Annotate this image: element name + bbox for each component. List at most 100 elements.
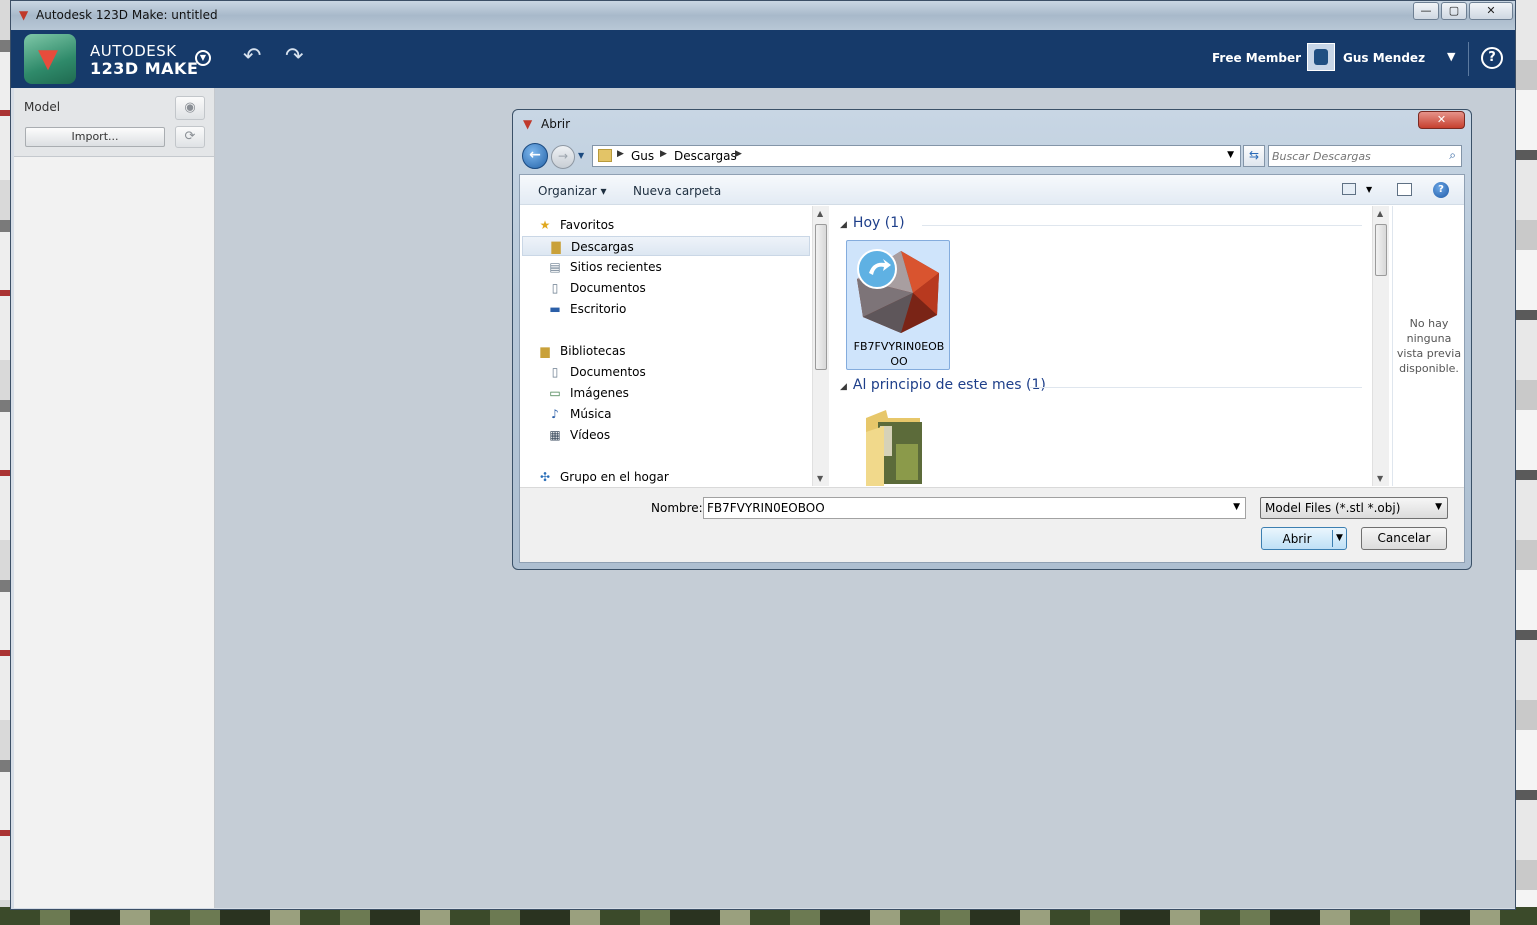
file-name-label: FB7FVYRIN0EOBOO	[853, 340, 945, 368]
file-item-fb7fvyrin0eoboo[interactable]: FB7FVYRIN0EOBOO	[846, 240, 950, 370]
file-list-scrollbar[interactable]: ▲ ▼	[1372, 206, 1389, 486]
history-dropdown-icon[interactable]: ▼	[578, 151, 584, 160]
3d-model-file-icon	[857, 249, 939, 333]
desktop-icon: ▬	[549, 302, 561, 316]
view-options-icon[interactable]	[1342, 183, 1356, 195]
homegroup-icon: ✣	[539, 470, 551, 484]
scroll-up-icon[interactable]: ▲	[1377, 209, 1383, 218]
filename-field[interactable]: ▼	[703, 497, 1246, 519]
open-options-dropdown-icon[interactable]: ▼	[1336, 533, 1343, 543]
nav-label: Música	[570, 407, 612, 421]
breadcrumb-chevron-icon[interactable]: ▶	[735, 149, 742, 159]
pictures-icon: ▭	[549, 386, 561, 400]
help-icon[interactable]: ?	[1481, 47, 1503, 69]
filename-label: Nombre:	[651, 501, 703, 515]
dialog-title: Abrir	[541, 117, 571, 131]
breadcrumb-gus[interactable]: Gus	[631, 149, 654, 163]
filename-dropdown-icon[interactable]: ▼	[1233, 502, 1240, 512]
address-dropdown-icon[interactable]: ▼	[1227, 150, 1234, 160]
open-button[interactable]: Abrir ▼	[1261, 527, 1347, 550]
view-dropdown-icon[interactable]: ▼	[1366, 185, 1372, 194]
folder-icon	[598, 149, 612, 162]
breadcrumb-descargas[interactable]: Descargas	[674, 149, 737, 163]
nav-item-descargas[interactable]: ▇ Descargas	[522, 236, 810, 256]
minimize-button[interactable]: —	[1413, 2, 1439, 20]
star-icon: ★	[539, 218, 551, 232]
cancel-button[interactable]: Cancelar	[1361, 527, 1447, 550]
window-title: Autodesk 123D Make: untitled	[36, 8, 218, 22]
breadcrumb-chevron-icon[interactable]: ▶	[617, 149, 624, 159]
app-logo[interactable]: ▼	[24, 34, 76, 84]
breadcrumb-chevron-icon[interactable]: ▶	[660, 149, 667, 159]
command-bar: Organizar ▾ Nueva carpeta ▼ ?	[520, 175, 1464, 205]
refresh-icon[interactable]: ⟳	[175, 126, 205, 148]
nav-item-escritorio[interactable]: ▬ Escritorio	[522, 299, 810, 319]
user-menu-chevron-icon[interactable]: ▼	[1447, 50, 1455, 63]
group-label: Hoy (1)	[852, 215, 905, 231]
scroll-down-icon[interactable]: ▼	[817, 474, 823, 483]
nav-label: Favoritos	[560, 218, 615, 232]
group-label: Al principio de este mes (1)	[852, 377, 1046, 393]
group-divider	[922, 225, 1362, 226]
user-avatar[interactable]	[1307, 43, 1335, 71]
nav-favorites[interactable]: ★ Favoritos	[522, 215, 810, 235]
libraries-icon: ▆	[540, 344, 550, 358]
model-label: Model	[24, 100, 61, 114]
nav-item-musica[interactable]: ♪ Música	[522, 404, 810, 424]
maximize-button[interactable]: ▢	[1441, 2, 1467, 20]
nav-label: Sitios recientes	[570, 260, 662, 274]
scroll-up-icon[interactable]: ▲	[817, 209, 823, 218]
undo-icon[interactable]: ↶	[243, 46, 261, 68]
dialog-close-button[interactable]: ✕	[1418, 111, 1465, 129]
redo-icon[interactable]: ↷	[285, 46, 303, 68]
navigation-scrollbar[interactable]: ▲ ▼	[812, 206, 829, 486]
search-box[interactable]: ⌕	[1268, 145, 1462, 167]
search-icon[interactable]: ⌕	[1449, 148, 1456, 163]
group-header-today[interactable]: ◢ Hoy (1)	[840, 215, 905, 231]
organize-menu[interactable]: Organizar ▾	[538, 184, 607, 198]
group-header-this-month[interactable]: ◢ Al principio de este mes (1)	[840, 377, 1046, 393]
search-input[interactable]	[1272, 148, 1442, 164]
scroll-thumb[interactable]	[815, 224, 827, 370]
nav-bibliotecas[interactable]: ▆ Bibliotecas	[522, 341, 810, 361]
nav-item-imagenes[interactable]: ▭ Imágenes	[522, 383, 810, 403]
nav-item-videos[interactable]: ▦ Vídeos	[522, 425, 810, 445]
dialog-app-icon: ▼	[523, 117, 533, 131]
nav-homegroup[interactable]: ✣ Grupo en el hogar	[522, 467, 810, 486]
back-arrow-icon[interactable]: ←	[522, 143, 548, 169]
membership-label[interactable]: Free Member	[1212, 51, 1301, 65]
desktop-right-edge	[1516, 0, 1537, 925]
nav-label: Vídeos	[570, 428, 611, 442]
preview-pane-icon[interactable]	[1397, 183, 1412, 196]
document-icon: ▯	[551, 281, 559, 295]
nav-item-lib-documentos[interactable]: ▯ Documentos	[522, 362, 810, 382]
address-bar[interactable]: ▶ Gus ▶ Descargas ▶ ▼	[592, 145, 1241, 167]
forward-arrow-icon[interactable]: →	[551, 145, 575, 169]
folder-icon[interactable]	[858, 404, 928, 486]
close-window-button[interactable]: ✕	[1469, 2, 1513, 20]
help-icon[interactable]: ?	[1433, 182, 1449, 198]
collapse-triangle-icon[interactable]: ◢	[840, 382, 847, 392]
nav-label: Documentos	[570, 365, 646, 379]
filetype-dropdown-icon[interactable]: ▼	[1435, 502, 1442, 512]
app-menu-chevron-icon[interactable]: ▼	[195, 50, 211, 66]
preview-message: No hay ninguna vista previa disponible.	[1396, 317, 1462, 375]
split-divider	[1332, 530, 1333, 547]
new-folder-button[interactable]: Nueva carpeta	[633, 184, 721, 198]
filename-input[interactable]	[707, 500, 1207, 516]
group-divider	[1030, 387, 1362, 388]
refresh-icon[interactable]: ⇆	[1243, 145, 1265, 167]
eye-icon[interactable]: ◉	[175, 96, 205, 120]
dialog-footer: Nombre: ▼ Model Files (*.stl *.obj) ▼ Ab…	[520, 487, 1464, 562]
user-name[interactable]: Gus Mendez	[1343, 51, 1425, 65]
import-button[interactable]: Import...	[25, 127, 165, 147]
scroll-down-icon[interactable]: ▼	[1377, 474, 1383, 483]
nav-item-sitios-recientes[interactable]: ▤ Sitios recientes	[522, 257, 810, 277]
window-titlebar[interactable]: ▼ Autodesk 123D Make: untitled — ▢ ✕	[11, 1, 1515, 30]
nav-item-documentos[interactable]: ▯ Documentos	[522, 278, 810, 298]
scroll-thumb[interactable]	[1375, 224, 1387, 276]
collapse-triangle-icon[interactable]: ◢	[840, 220, 847, 230]
brand-product: 123D MAKE	[90, 59, 199, 78]
filetype-select[interactable]: Model Files (*.stl *.obj) ▼	[1260, 497, 1448, 519]
brand-autodesk: AUTODESK	[90, 42, 177, 60]
